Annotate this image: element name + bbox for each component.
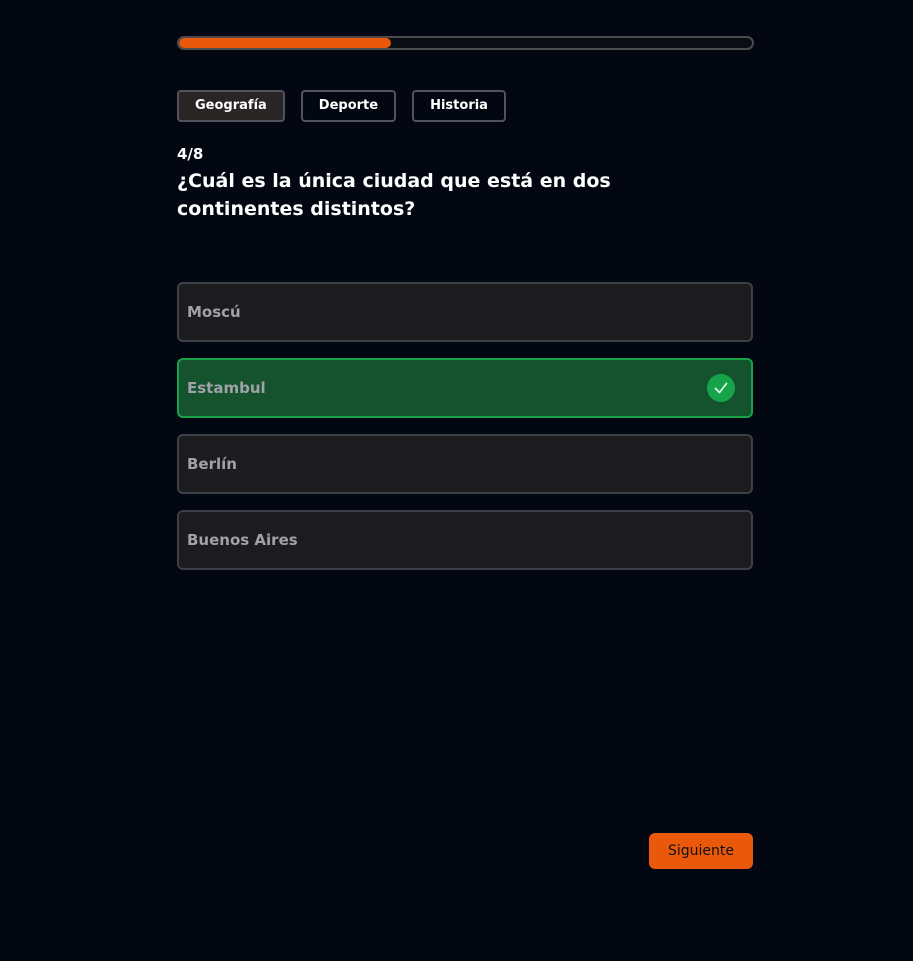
answer-option-label: Estambul: [187, 379, 266, 397]
answer-option-label: Moscú: [187, 303, 241, 321]
category-tabs: Geografía Deporte Historia: [177, 90, 506, 122]
answer-option-label: Buenos Aires: [187, 531, 298, 549]
tab-geografia[interactable]: Geografía: [177, 90, 285, 122]
next-button[interactable]: Siguiente: [649, 833, 753, 869]
tab-historia[interactable]: Historia: [412, 90, 506, 122]
answer-option-label: Berlín: [187, 455, 237, 473]
progress-bar: [177, 36, 754, 50]
answer-option-berlin[interactable]: Berlín: [177, 434, 753, 494]
check-circle-icon: [707, 374, 735, 402]
answer-option-moscu[interactable]: Moscú: [177, 282, 753, 342]
progress-fill: [179, 38, 391, 48]
answer-options: Moscú Estambul Berlín Buenos Aires: [177, 282, 753, 586]
answer-option-estambul[interactable]: Estambul: [177, 358, 753, 418]
tab-deporte[interactable]: Deporte: [300, 90, 397, 122]
question-text: ¿Cuál es la única ciudad que está en dos…: [177, 170, 611, 220]
answer-option-buenos-aires[interactable]: Buenos Aires: [177, 510, 753, 570]
quiz-page: Geografía Deporte Historia 4/8 ¿Cuál es …: [0, 0, 913, 961]
question-counter: 4/8: [177, 145, 204, 163]
